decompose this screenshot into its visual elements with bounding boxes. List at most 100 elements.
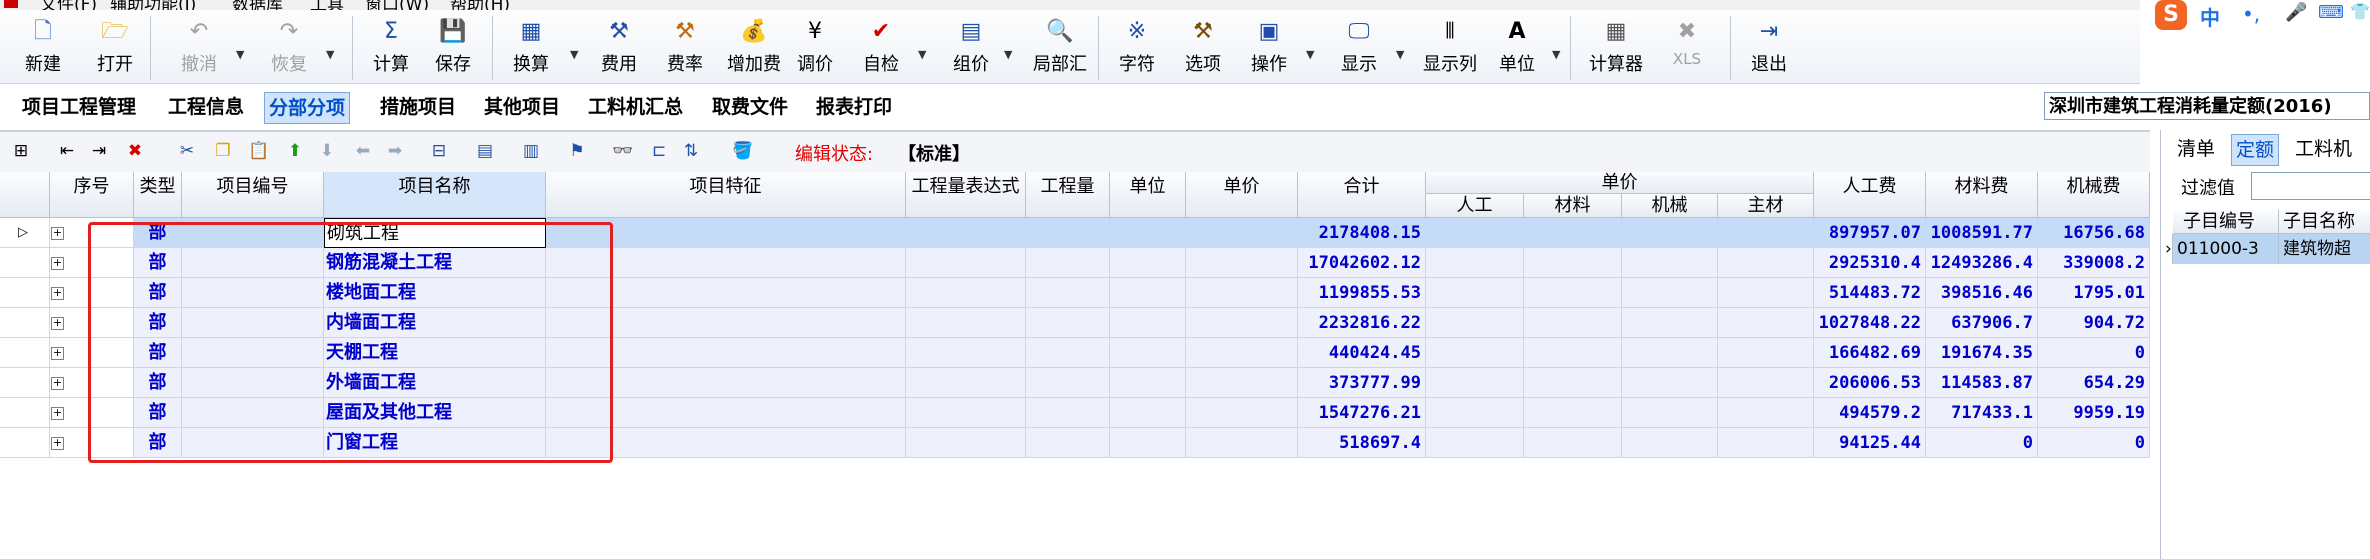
cell-machine[interactable] <box>1622 218 1718 248</box>
arrow-right-icon[interactable]: ➡ <box>384 140 406 162</box>
cell-feature[interactable] <box>546 368 906 398</box>
move-up-icon[interactable]: ⬆ <box>284 140 306 162</box>
cell-unit-price[interactable] <box>1186 338 1298 368</box>
expand-toggle-icon[interactable]: + <box>51 317 64 330</box>
header-seq[interactable]: 序号 <box>50 172 134 218</box>
expand-toggle-icon[interactable]: + <box>51 287 64 300</box>
cell-machine[interactable] <box>1622 398 1718 428</box>
cell-name[interactable]: 天棚工程 <box>324 338 546 368</box>
open-button[interactable]: 🗁 打开 <box>92 18 138 80</box>
tab-project-info[interactable]: 工程信息 <box>164 92 248 122</box>
cell-machine-fee[interactable]: 0 <box>2038 428 2150 458</box>
cell-labor[interactable] <box>1426 218 1524 248</box>
cell-labor-fee[interactable]: 166482.69 <box>1814 338 1926 368</box>
header-labor[interactable]: 人工 <box>1426 194 1524 218</box>
rtab-quota[interactable]: 定额 <box>2231 134 2280 166</box>
table-row[interactable]: 部 天棚工程 440424.45 166482.69 191674.35 0 + <box>0 338 2150 368</box>
cell-machine-fee[interactable]: 0 <box>2038 338 2150 368</box>
rrow-code[interactable]: 011000-3 <box>2173 234 2279 264</box>
copy-icon[interactable]: ❐ <box>212 140 234 162</box>
cell-qty-expr[interactable] <box>906 338 1026 368</box>
cell-type[interactable]: 部 <box>134 308 182 338</box>
cell-labor[interactable] <box>1426 308 1524 338</box>
cell-feature[interactable] <box>546 338 906 368</box>
expand-toggle-icon[interactable]: + <box>51 437 64 450</box>
table-row[interactable]: 部 屋面及其他工程 1547276.21 494579.2 717433.1 9959.1… <box>0 398 2150 428</box>
cell-material[interactable] <box>1524 218 1622 248</box>
cell-unit[interactable] <box>1110 308 1186 338</box>
header-machine[interactable]: 机械 <box>1622 194 1718 218</box>
cell-code[interactable] <box>182 368 324 398</box>
skin-icon[interactable]: 👕 <box>2350 2 2370 21</box>
cell-labor-fee[interactable]: 2925310.4 <box>1814 248 1926 278</box>
quota-icon[interactable]: ▥ <box>520 140 542 162</box>
cell-machine[interactable] <box>1622 428 1718 458</box>
cell-feature[interactable] <box>546 248 906 278</box>
flag-icon[interactable]: ⚑ <box>566 140 588 162</box>
header-code[interactable]: 项目编号 <box>182 172 324 218</box>
row-indicator[interactable] <box>0 338 50 368</box>
cell-main-material[interactable] <box>1718 308 1814 338</box>
tab-sections[interactable]: 分部分项 <box>264 92 351 124</box>
cell-material[interactable] <box>1524 308 1622 338</box>
binoculars-icon[interactable]: 👓 <box>612 140 634 162</box>
cell-labor-fee[interactable]: 94125.44 <box>1814 428 1926 458</box>
cell-qty-expr[interactable] <box>906 368 1026 398</box>
cell-main-material[interactable] <box>1718 278 1814 308</box>
cell-qty-expr[interactable] <box>906 248 1026 278</box>
cell-material[interactable] <box>1524 368 1622 398</box>
cell-material[interactable] <box>1524 248 1622 278</box>
cell-unit[interactable] <box>1110 218 1186 248</box>
cell-feature[interactable] <box>546 308 906 338</box>
cell-type[interactable]: 部 <box>134 368 182 398</box>
cell-labor[interactable] <box>1426 278 1524 308</box>
cell-main-material[interactable] <box>1718 398 1814 428</box>
cell-name[interactable]: 外墙面工程 <box>324 368 546 398</box>
cell-machine-fee[interactable]: 339008.2 <box>2038 248 2150 278</box>
sort-icon[interactable]: ⇅ <box>680 140 702 162</box>
tab-project-management[interactable]: 项目工程管理 <box>18 92 140 122</box>
cell-type[interactable]: 部 <box>134 338 182 368</box>
cell-qty-expr[interactable] <box>906 278 1026 308</box>
cell-qty[interactable] <box>1026 218 1110 248</box>
cell-qty[interactable] <box>1026 248 1110 278</box>
cell-unit-price[interactable] <box>1186 218 1298 248</box>
local-summary-button[interactable]: 🔍 局部汇 <box>1030 18 1090 80</box>
paint-bucket-icon[interactable]: 🪣 <box>732 140 754 162</box>
cell-material-fee[interactable]: 398516.46 <box>1926 278 2038 308</box>
group-price-button[interactable]: ▤ 组价 <box>948 18 994 80</box>
quota-selector[interactable]: 深圳市建筑工程消耗量定额(2016) <box>2044 92 2370 120</box>
cell-qty-expr[interactable] <box>906 218 1026 248</box>
cell-machine[interactable] <box>1622 308 1718 338</box>
adjust-price-button[interactable]: ¥ 调价 <box>792 18 838 80</box>
cell-machine[interactable] <box>1622 278 1718 308</box>
cell-feature[interactable] <box>546 218 906 248</box>
header-total[interactable]: 合计 <box>1298 172 1426 218</box>
cell-material[interactable] <box>1524 338 1622 368</box>
cell-code[interactable] <box>182 248 324 278</box>
tab-labor-material-summary[interactable]: 工料机汇总 <box>584 92 687 122</box>
convert-small-icon[interactable]: ⊟ <box>428 140 450 162</box>
cell-labor[interactable] <box>1426 248 1524 278</box>
cell-qty[interactable] <box>1026 308 1110 338</box>
cell-main-material[interactable] <box>1718 338 1814 368</box>
cell-material-fee[interactable]: 717433.1 <box>1926 398 2038 428</box>
menu-database[interactable]: 数据库 <box>232 0 283 10</box>
cell-main-material[interactable] <box>1718 428 1814 458</box>
table-row[interactable]: 部 外墙面工程 373777.99 206006.53 114583.87 654.29 + <box>0 368 2150 398</box>
cell-feature[interactable] <box>546 398 906 428</box>
menu-window[interactable]: 窗口(W) <box>365 0 429 10</box>
menu-help[interactable]: 帮助(H) <box>450 0 510 10</box>
cell-machine[interactable] <box>1622 368 1718 398</box>
cell-qty-expr[interactable] <box>906 398 1026 428</box>
cell-name[interactable]: 内墙面工程 <box>324 308 546 338</box>
header-unit[interactable]: 单位 <box>1110 172 1186 218</box>
cell-labor-fee[interactable]: 206006.53 <box>1814 368 1926 398</box>
display-dropdown-arrow[interactable]: ▼ <box>1396 48 1404 61</box>
expand-toggle-icon[interactable]: + <box>51 347 64 360</box>
cell-material-fee[interactable]: 114583.87 <box>1926 368 2038 398</box>
cell-total[interactable]: 440424.45 <box>1298 338 1426 368</box>
cell-unit[interactable] <box>1110 278 1186 308</box>
arrow-left-icon[interactable]: ⬅ <box>352 140 374 162</box>
row-indicator[interactable] <box>0 308 50 338</box>
